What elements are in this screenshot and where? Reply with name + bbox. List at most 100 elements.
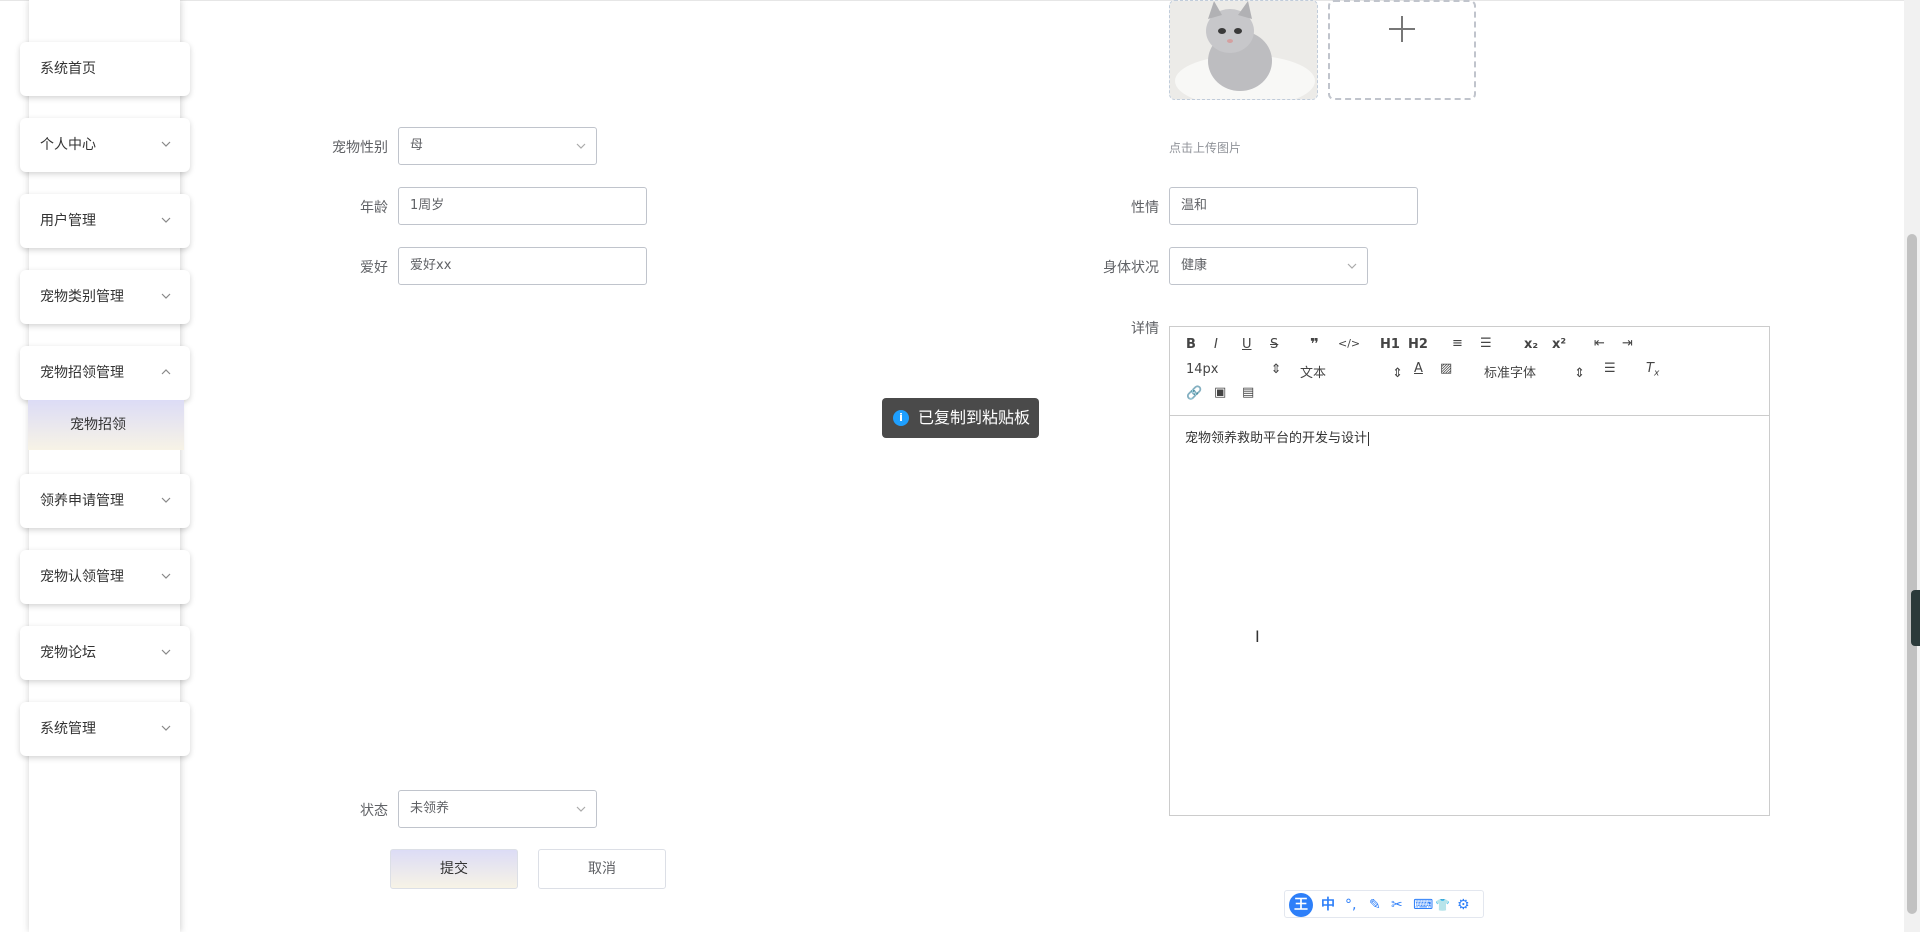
status-select[interactable]: 未领养: [398, 790, 597, 828]
sidebar-item-personal-center[interactable]: 个人中心: [20, 118, 190, 172]
chevron-down-icon: [161, 217, 171, 223]
superscript-button[interactable]: x²: [1552, 337, 1566, 352]
toast-text: 已复制到粘贴板: [918, 408, 1031, 427]
hobby-input[interactable]: 爱好xx: [398, 247, 647, 285]
sidebar-item-user-management[interactable]: 用户管理: [20, 194, 190, 248]
ime-logo-icon[interactable]: 王: [1289, 893, 1313, 917]
health-label: 身体状况: [1103, 260, 1159, 276]
outdent-button[interactable]: ⇤: [1594, 336, 1605, 351]
sidebar-item-adoption-apply[interactable]: 领养申请管理: [20, 474, 190, 528]
top-border: [0, 0, 1920, 1]
cancel-button[interactable]: 取消: [538, 849, 666, 889]
font-size-select[interactable]: 14px ⇕: [1186, 362, 1282, 377]
sidebar-item-system[interactable]: 系统管理: [20, 702, 190, 756]
image-icon[interactable]: ▣: [1214, 385, 1226, 400]
punctuation-icon[interactable]: °,: [1345, 895, 1356, 915]
chevron-down-icon: [161, 141, 171, 147]
age-label: 年龄: [360, 200, 388, 216]
h1-button[interactable]: H1: [1380, 337, 1400, 352]
handwriting-icon[interactable]: ✎: [1369, 895, 1381, 915]
video-icon[interactable]: ▤: [1242, 385, 1254, 400]
temper-label: 性情: [1131, 200, 1159, 216]
editor-content-text: 宠物领养救助平台的开发与设计: [1185, 431, 1368, 446]
scrollbar-thumb[interactable]: [1907, 234, 1917, 914]
clear-format-icon[interactable]: Tx: [1646, 361, 1659, 379]
select-updown-icon: ⇕: [1392, 366, 1404, 381]
pet-photo-thumbnail[interactable]: [1169, 0, 1318, 100]
font-family-value: 标准字体: [1484, 366, 1537, 381]
status-label: 状态: [360, 803, 388, 819]
subscript-button[interactable]: x₂: [1524, 337, 1538, 352]
sidebar-item-pet-category[interactable]: 宠物类别管理: [20, 270, 190, 324]
bold-button[interactable]: B: [1186, 337, 1196, 352]
scissors-icon[interactable]: ✂: [1391, 895, 1403, 915]
ime-toolbar[interactable]: 王 中 °, ✎ ✂ ⌨ 👕 ⚙: [1284, 890, 1484, 918]
chevron-down-icon: [161, 497, 171, 503]
font-size-value: 14px: [1186, 362, 1219, 377]
keyboard-icon[interactable]: ⌨: [1413, 895, 1433, 915]
header-select[interactable]: 文本 ⇕: [1300, 362, 1403, 381]
side-panel-handle[interactable]: [1911, 590, 1920, 646]
chevron-down-icon: [576, 806, 586, 812]
submenu-item-label: 宠物招领: [70, 417, 126, 433]
cat-image: [1170, 1, 1317, 99]
submit-button[interactable]: 提交: [390, 849, 518, 889]
chevron-down-icon: [1347, 263, 1357, 269]
rich-text-editor[interactable]: B I U S ❞ </> H1 H2 ≡ ☰ x₂ x² ⇤ ⇥ 14px ⇕…: [1169, 326, 1770, 816]
hobby-label: 爱好: [360, 260, 388, 276]
italic-button[interactable]: I: [1214, 337, 1218, 352]
sidebar-item-label: 系统首页: [40, 61, 96, 77]
age-input[interactable]: 1周岁: [398, 187, 647, 225]
gear-icon[interactable]: ⚙: [1457, 895, 1470, 915]
sidebar-item-label: 个人中心: [40, 137, 96, 153]
submenu-item-pet-found[interactable]: 宠物招领: [28, 400, 184, 450]
upload-add-button[interactable]: [1328, 0, 1476, 100]
sidebar-item-pet-claim[interactable]: 宠物认领管理: [20, 550, 190, 604]
editor-toolbar: B I U S ❞ </> H1 H2 ≡ ☰ x₂ x² ⇤ ⇥ 14px ⇕…: [1170, 327, 1769, 416]
ordered-list-button[interactable]: ≡: [1452, 336, 1463, 351]
align-left-icon[interactable]: ☰: [1604, 361, 1616, 376]
blockquote-button[interactable]: ❞: [1310, 335, 1319, 353]
underline-button[interactable]: U: [1242, 337, 1252, 352]
font-family-select[interactable]: 标准字体 ⇕: [1484, 362, 1585, 381]
sidebar-item-label: 宠物认领管理: [40, 569, 124, 585]
chevron-down-icon: [576, 143, 586, 149]
sidebar-item-pet-found[interactable]: 宠物招领管理: [20, 346, 190, 400]
background-color-icon[interactable]: ▨: [1440, 361, 1452, 376]
sidebar-item-label: 领养申请管理: [40, 493, 124, 509]
sidebar-item-label: 用户管理: [40, 213, 96, 229]
strike-button[interactable]: S: [1270, 337, 1278, 352]
sidebar-item-label: 宠物论坛: [40, 645, 96, 661]
select-updown-icon: ⇕: [1574, 366, 1586, 381]
code-button[interactable]: </>: [1338, 337, 1360, 350]
link-icon[interactable]: 🔗: [1186, 386, 1202, 401]
sidebar-item-label: 宠物类别管理: [40, 289, 124, 305]
temper-input[interactable]: 温和: [1169, 187, 1418, 225]
h2-button[interactable]: H2: [1408, 337, 1428, 352]
font-color-icon[interactable]: A: [1414, 361, 1423, 376]
gender-select[interactable]: 母: [398, 127, 597, 165]
sidebar-item-label: 系统管理: [40, 721, 96, 737]
health-select[interactable]: 健康: [1169, 247, 1368, 285]
status-value: 未领养: [410, 801, 450, 816]
sidebar-item-pet-forum[interactable]: 宠物论坛: [20, 626, 190, 680]
chevron-up-icon: [161, 369, 171, 375]
ime-mode-toggle[interactable]: 中: [1321, 895, 1335, 915]
chevron-down-icon: [161, 293, 171, 299]
i-beam-cursor-icon: I: [1255, 627, 1260, 646]
sidebar-item-home[interactable]: 系统首页: [20, 42, 190, 96]
detail-label: 详情: [1131, 321, 1159, 337]
bullet-list-button[interactable]: ☰: [1480, 336, 1492, 351]
skin-icon[interactable]: 👕: [1435, 895, 1450, 915]
chevron-down-icon: [161, 725, 171, 731]
plus-icon: [1389, 16, 1415, 42]
header-select-value: 文本: [1300, 366, 1327, 381]
indent-button[interactable]: ⇥: [1622, 336, 1633, 351]
upload-hint: 点击上传图片: [1169, 141, 1242, 155]
toast-message: i 已复制到粘贴板: [882, 398, 1039, 438]
gender-label: 宠物性别: [332, 140, 388, 156]
sidebar-item-label: 宠物招领管理: [40, 365, 124, 381]
info-icon: i: [893, 410, 909, 426]
editor-content[interactable]: 宠物领养救助平台的开发与设计: [1185, 427, 1370, 446]
chevron-down-icon: [161, 649, 171, 655]
